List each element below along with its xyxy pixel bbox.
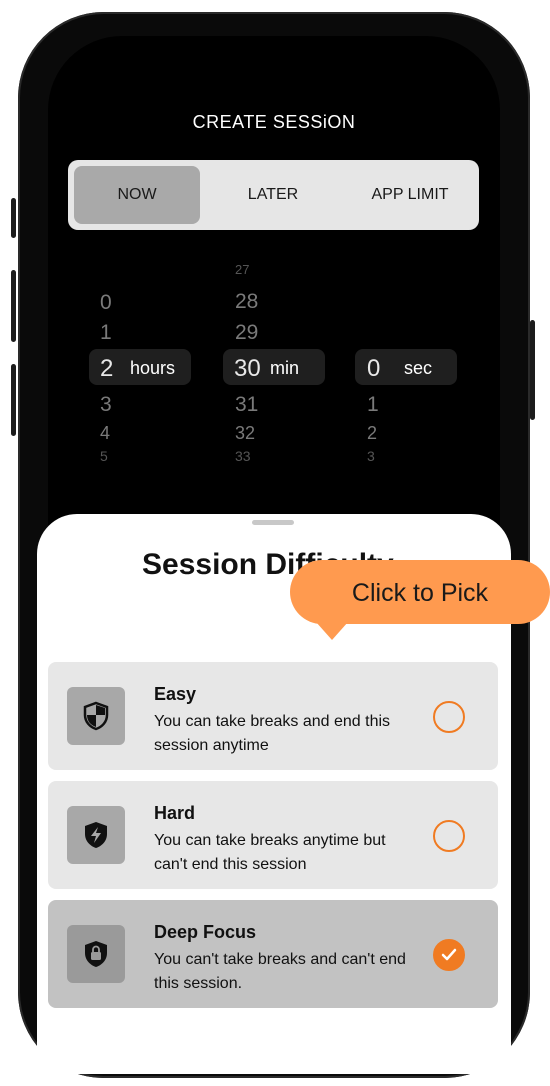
hours-option[interactable]: 5 xyxy=(100,448,108,464)
minutes-option[interactable]: 29 xyxy=(235,321,258,345)
minutes-option[interactable]: 28 xyxy=(235,290,258,314)
pick-tooltip: Click to Pick xyxy=(290,560,550,624)
hours-selected-value: 2 xyxy=(100,355,114,382)
minutes-selected-value: 30 xyxy=(234,355,261,382)
checkmark-icon xyxy=(441,948,457,961)
hours-option[interactable]: 1 xyxy=(100,321,112,345)
option-title: Deep Focus xyxy=(154,922,257,942)
option-radio-checked[interactable] xyxy=(433,939,465,971)
seconds-option[interactable]: 2 xyxy=(367,423,377,444)
hours-option[interactable]: 3 xyxy=(100,393,112,417)
option-description: You can't take breaks and can't end this… xyxy=(154,951,406,992)
minutes-unit-label: min xyxy=(270,358,300,378)
sheet-drag-handle[interactable] xyxy=(252,520,294,525)
minutes-option[interactable]: 32 xyxy=(235,423,255,444)
seconds-unit-label: sec xyxy=(404,358,433,378)
tab-app-limit[interactable]: APP LIMIT xyxy=(346,166,474,224)
option-description: You can take breaks and end this session… xyxy=(154,713,391,754)
tab-now[interactable]: NOW xyxy=(74,166,200,224)
option-radio[interactable] xyxy=(433,820,465,852)
minutes-option[interactable]: 33 xyxy=(235,448,251,464)
minutes-option[interactable]: 27 xyxy=(235,262,249,277)
seconds-option[interactable]: 3 xyxy=(367,448,375,464)
power-button xyxy=(530,320,535,420)
screen-content: CREATE SESSiON NOW LATER APP LIMIT 0 1 2… xyxy=(30,24,518,1074)
option-description: You can take breaks anytime but can't en… xyxy=(154,832,386,873)
shield-icon xyxy=(67,687,125,745)
option-title: Hard xyxy=(154,803,196,823)
mute-switch xyxy=(11,198,16,238)
option-radio[interactable] xyxy=(433,701,465,733)
minutes-option[interactable]: 31 xyxy=(235,393,258,417)
lock-shield-icon xyxy=(67,925,125,983)
bolt-shield-icon xyxy=(67,806,125,864)
session-type-tabs: NOW LATER APP LIMIT xyxy=(68,160,479,230)
volume-down-button xyxy=(11,364,16,436)
hours-option[interactable]: 0 xyxy=(100,291,112,315)
page-title: CREATE SESSiON xyxy=(192,112,356,132)
volume-up-button xyxy=(11,270,16,342)
tooltip-tail xyxy=(316,622,348,640)
seconds-selected-value: 0 xyxy=(367,355,381,382)
tooltip-text: Click to Pick xyxy=(351,579,489,607)
difficulty-option-easy[interactable]: Easy You can take breaks and end this se… xyxy=(48,662,498,770)
difficulty-option-deep-focus[interactable]: Deep Focus You can't take breaks and can… xyxy=(48,900,498,1008)
seconds-option[interactable]: 1 xyxy=(367,393,379,417)
hours-option[interactable]: 4 xyxy=(100,423,110,444)
option-title: Easy xyxy=(154,684,197,704)
tab-later[interactable]: LATER xyxy=(208,166,338,224)
difficulty-option-hard[interactable]: Hard You can take breaks anytime but can… xyxy=(48,781,498,889)
hours-unit-label: hours xyxy=(130,358,176,378)
